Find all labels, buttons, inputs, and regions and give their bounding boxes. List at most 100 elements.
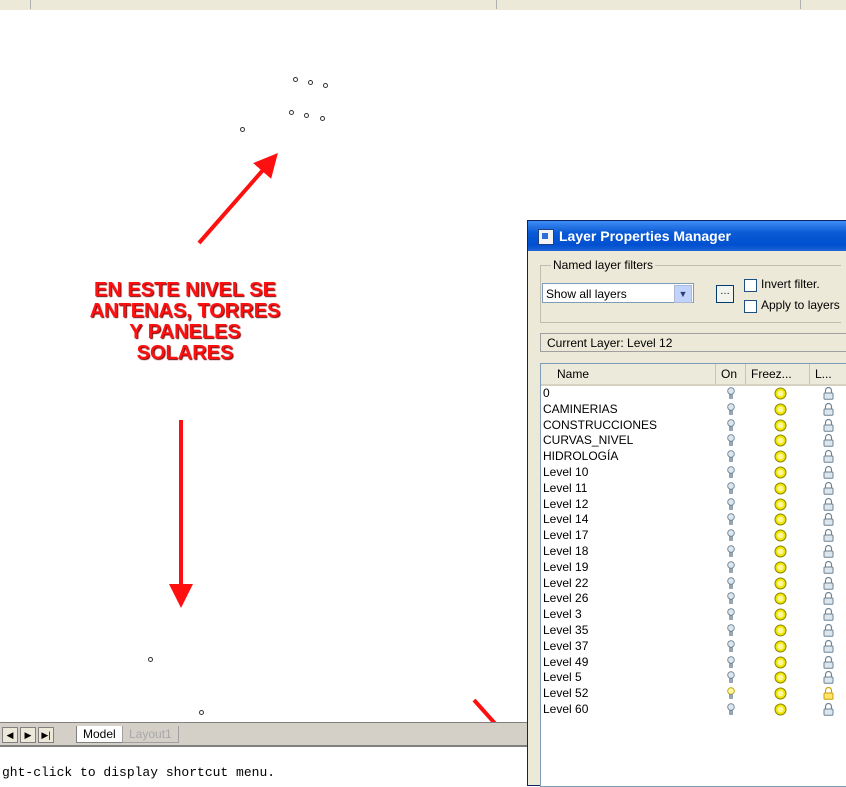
lock-icon[interactable] [823,434,834,448]
layer-row[interactable]: Level 52 [541,686,846,701]
lightbulb-icon[interactable] [727,387,735,400]
lightbulb-icon[interactable] [727,529,735,542]
command-line[interactable]: ght-click to display shortcut menu. [0,746,530,785]
sun-icon[interactable] [774,498,787,511]
lock-icon[interactable] [823,481,834,495]
layer-row[interactable]: CAMINERIAS [541,402,846,417]
apply-to-layers-checkbox[interactable] [744,300,757,313]
lightbulb-icon[interactable] [727,466,735,479]
lock-icon[interactable] [823,529,834,542]
sun-icon[interactable] [774,592,787,605]
chevron-down-icon[interactable]: ▼ [674,285,692,303]
lightbulb-icon[interactable] [727,513,735,526]
lightbulb-icon[interactable] [727,403,735,416]
layer-row[interactable]: Level 17 [541,528,846,543]
last-icon[interactable]: ▶| [38,727,54,743]
sun-icon[interactable] [774,466,787,479]
sun-icon[interactable] [774,387,787,400]
next-icon[interactable]: ▶ [20,727,36,743]
sun-icon[interactable] [774,671,787,684]
sun-icon[interactable] [774,624,787,637]
layer-row[interactable]: Level 18 [541,544,846,559]
layer-row[interactable]: Level 5 [541,670,846,685]
sun-icon[interactable] [774,703,787,716]
layer-list[interactable]: Name On Freez... L... 0 CAMINERIAS CONSTRU… [540,363,846,787]
dialog-titlebar[interactable]: Layer Properties Manager [528,221,846,251]
layer-filter-select[interactable]: Show all layers ▼ [542,283,694,303]
sun-icon[interactable] [774,561,787,574]
layer-row[interactable]: Level 19 [541,560,846,575]
sun-icon[interactable] [774,419,787,432]
lock-icon[interactable] [823,418,834,432]
sun-icon[interactable] [774,513,787,526]
lightbulb-icon[interactable] [727,671,735,684]
lightbulb-icon[interactable] [727,497,735,511]
lightbulb-icon[interactable] [727,608,735,621]
lightbulb-icon[interactable] [727,592,735,605]
lock-icon[interactable] [823,387,834,400]
layer-row[interactable]: Level 11 [541,481,846,496]
lightbulb-icon[interactable] [727,576,735,590]
lock-icon[interactable] [823,703,834,716]
column-header-on[interactable]: On [716,364,746,384]
lock-icon[interactable] [823,402,834,416]
layer-row[interactable]: Level 12 [541,497,846,512]
layer-row[interactable]: Level 37 [541,639,846,654]
layer-row[interactable]: CURVAS_NIVEL [541,433,846,448]
lock-icon[interactable] [823,608,834,621]
layer-row[interactable]: Level 26 [541,591,846,606]
lightbulb-icon[interactable] [727,561,735,574]
sun-icon[interactable] [774,450,787,463]
lightbulb-icon[interactable] [727,434,735,447]
layer-row[interactable]: Level 49 [541,655,846,670]
lock-icon[interactable] [823,513,834,527]
layer-row[interactable]: CONSTRUCCIONES [541,418,846,433]
lightbulb-icon[interactable] [727,418,735,432]
column-header-lock[interactable]: L... [810,364,846,384]
column-header-name[interactable]: Name [541,364,716,384]
sun-icon[interactable] [774,577,787,590]
invert-filter-checkbox[interactable] [744,279,757,292]
layer-row[interactable]: Level 14 [541,512,846,527]
lightbulb-icon[interactable] [727,640,735,653]
lock-icon[interactable] [823,639,834,653]
lock-icon[interactable] [823,655,834,669]
layer-row[interactable]: Level 3 [541,607,846,622]
lock-icon[interactable] [823,671,834,685]
layer-row[interactable]: Level 10 [541,465,846,480]
lock-icon[interactable] [823,592,834,606]
sun-icon[interactable] [774,656,787,669]
tab-model[interactable]: Model [76,726,123,743]
sun-icon[interactable] [774,687,787,700]
sun-icon[interactable] [774,434,787,447]
sun-icon[interactable] [774,403,787,416]
lock-icon[interactable] [823,450,834,463]
sun-icon[interactable] [774,482,787,495]
lock-icon[interactable] [823,560,834,574]
layer-row[interactable]: Level 22 [541,576,846,591]
filter-browse-button[interactable]: … [716,285,734,303]
layer-row[interactable]: Level 60 [541,702,846,717]
lock-icon[interactable] [823,545,834,558]
lightbulb-icon[interactable] [727,450,735,463]
lightbulb-icon[interactable] [727,703,735,716]
lock-icon[interactable] [823,576,834,590]
lock-icon[interactable] [823,624,834,637]
lock-icon[interactable] [823,497,834,511]
lightbulb-icon[interactable] [727,482,735,495]
layer-row[interactable]: Level 35 [541,623,846,638]
layer-row[interactable]: HIDROLOGÍA [541,449,846,464]
lock-icon[interactable] [823,466,834,479]
sun-icon[interactable] [774,545,787,558]
layer-row[interactable]: 0 [541,386,846,401]
sun-icon[interactable] [774,640,787,653]
lock-icon[interactable] [823,687,834,700]
sun-icon[interactable] [774,608,787,621]
lightbulb-icon[interactable] [727,545,735,558]
lightbulb-icon[interactable] [727,655,735,669]
lightbulb-icon[interactable] [727,687,735,700]
tab-layout1[interactable]: Layout1 [122,726,179,743]
sun-icon[interactable] [774,529,787,542]
column-header-freeze[interactable]: Freez... [746,364,810,384]
lightbulb-icon[interactable] [727,624,735,637]
